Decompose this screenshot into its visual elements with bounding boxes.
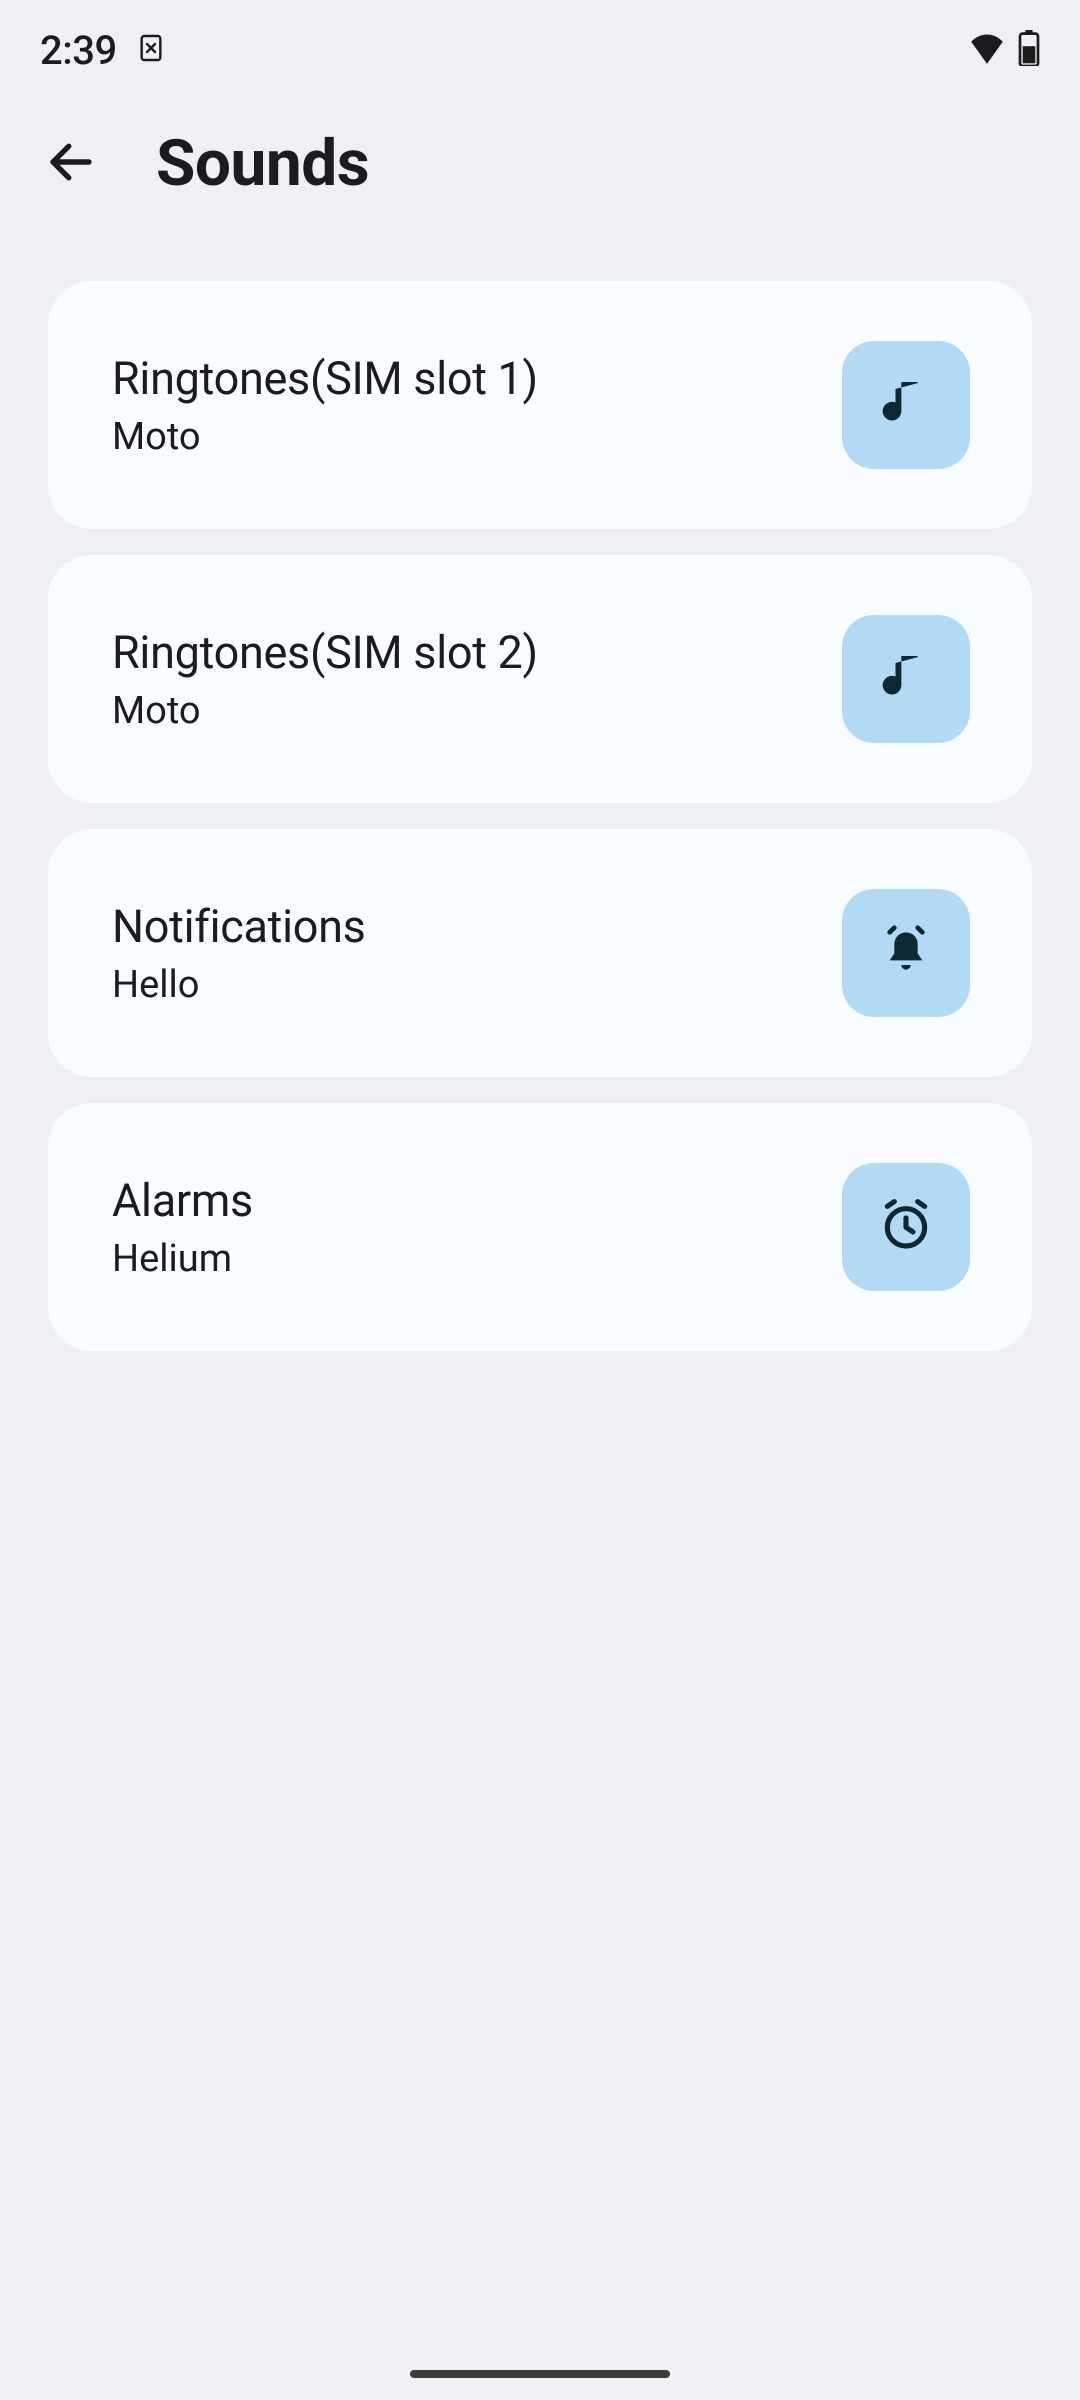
- card-texts: Ringtones(SIM slot 2) Moto: [112, 626, 538, 733]
- card-texts: Alarms Helium: [112, 1174, 253, 1281]
- sound-item-alarms[interactable]: Alarms Helium: [48, 1103, 1032, 1351]
- music-note-icon: [878, 375, 934, 435]
- status-time: 2:39: [40, 27, 117, 74]
- card-title: Alarms: [112, 1174, 253, 1227]
- status-bar-right: [968, 30, 1040, 70]
- card-icon-box: [842, 889, 970, 1017]
- card-title: Notifications: [112, 900, 366, 953]
- card-subtitle: Helium: [112, 1237, 253, 1281]
- card-icon-box: [842, 1163, 970, 1291]
- header: Sounds: [0, 100, 1080, 281]
- sound-item-notifications[interactable]: Notifications Hello: [48, 829, 1032, 1077]
- card-texts: Notifications Hello: [112, 900, 366, 1007]
- nav-indicator[interactable]: [410, 2370, 670, 2378]
- wifi-icon: [968, 32, 1006, 68]
- card-texts: Ringtones(SIM slot 1) Moto: [112, 352, 538, 459]
- bell-icon: [878, 923, 934, 983]
- battery-icon: [1018, 30, 1040, 70]
- status-bar-left: 2:39: [40, 27, 167, 74]
- page-title: Sounds: [156, 126, 369, 201]
- content: Ringtones(SIM slot 1) Moto Ringtones(SIM…: [0, 281, 1080, 1351]
- sound-item-ringtone-sim1[interactable]: Ringtones(SIM slot 1) Moto: [48, 281, 1032, 529]
- back-button[interactable]: [44, 135, 98, 193]
- card-subtitle: Hello: [112, 963, 366, 1007]
- card-title: Ringtones(SIM slot 1): [112, 352, 538, 405]
- sim-disabled-icon: [135, 32, 167, 68]
- card-icon-box: [842, 615, 970, 743]
- card-icon-box: [842, 341, 970, 469]
- card-subtitle: Moto: [112, 415, 538, 459]
- sound-item-ringtone-sim2[interactable]: Ringtones(SIM slot 2) Moto: [48, 555, 1032, 803]
- card-title: Ringtones(SIM slot 2): [112, 626, 538, 679]
- music-note-icon: [878, 649, 934, 709]
- card-subtitle: Moto: [112, 689, 538, 733]
- status-bar: 2:39: [0, 0, 1080, 100]
- alarm-clock-icon: [878, 1197, 934, 1257]
